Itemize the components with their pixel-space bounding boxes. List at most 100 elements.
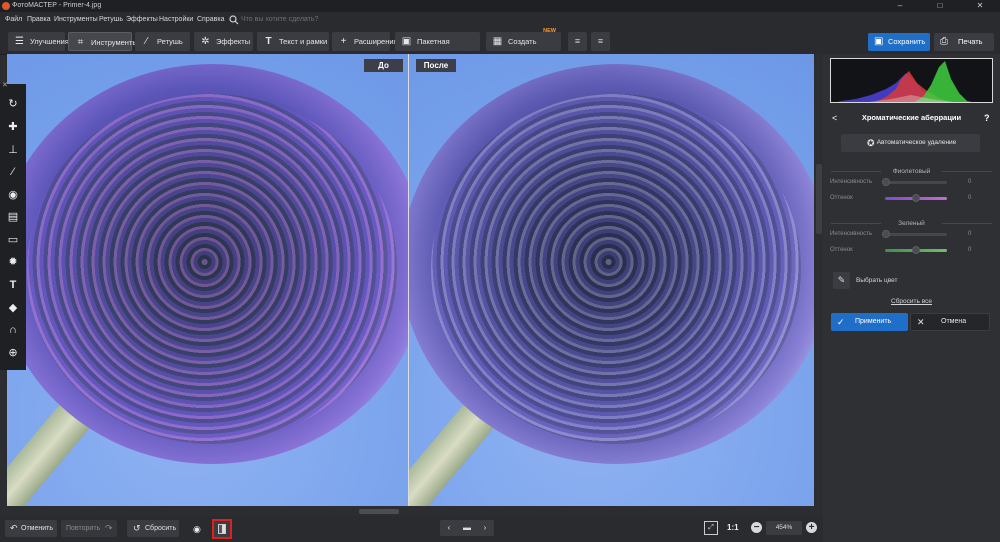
prev-arrow-icon[interactable]: ‹ [440,520,458,536]
slider-thumb[interactable] [882,178,890,186]
horizontal-scrollbar[interactable] [7,507,814,516]
zoom-1-1-button[interactable]: 1:1 [727,523,739,532]
close-icon: ✕ [917,317,925,327]
green-intensity-slider[interactable] [882,230,947,238]
healing-icon[interactable]: ✚ [6,120,20,134]
check-icon: ✓ [837,317,845,327]
violet-intensity-slider[interactable] [882,178,947,186]
cancel-button[interactable]: ✕ Отмена [910,313,990,331]
text-icon[interactable]: T [6,278,20,292]
left-tool-strip: ✕ ↻ ✚ ⊥ ⁄ ◉ ▤ ▭ ✹ T ◆ ∩ ⊕ [0,81,26,370]
tab-label: Эффекты [216,37,251,46]
scroll-thumb[interactable] [359,509,399,514]
after-image [409,54,814,506]
minimize-button[interactable]: – [880,0,920,12]
menu-settings[interactable]: Настройки [159,12,193,28]
pick-color-label[interactable]: Выбрать цвет [856,276,897,285]
auto-remove-button[interactable]: ✪ Автоматическое удаление [841,134,980,152]
tab-effects[interactable]: ✲ Эффекты [194,32,253,51]
menu-effects[interactable]: Эффекты [126,12,158,28]
brush-icon[interactable]: ⁄ [6,165,20,179]
help-icon[interactable]: ? [984,112,990,124]
tab-label: Улучшения [30,37,69,46]
violet-intensity-value: 0 [968,179,972,185]
flower-texture [27,94,397,444]
tab-label: Текст и рамки [279,37,328,46]
tab-extensions[interactable]: + Расширения [332,32,398,51]
floppy-icon: ▣ [874,36,884,47]
list-settings-icon[interactable]: ≡ [568,32,587,51]
green-hue-value: 0 [968,247,972,253]
tab-enhancements[interactable]: ☰ Улучшения [8,32,69,51]
create-collage-button[interactable]: ▦Создать коллаж NEW [486,28,561,65]
apply-button[interactable]: ✓ Применить [831,313,908,331]
tab-label: Расширения [354,37,398,46]
list-settings-alt-icon[interactable]: ≡ [591,32,610,51]
batch-icon: ▣ [401,36,412,47]
vertical-scrollbar[interactable] [815,54,823,506]
bottom-bar: ↶ Отменить Повторить ↷ ↺ Сбросить ◉ [0,516,823,542]
menu-help[interactable]: Справка [197,12,224,28]
undo-label: Отменить [21,525,53,532]
menu-edit[interactable]: Правка [27,12,51,28]
vignette-icon[interactable]: ▭ [6,233,20,247]
zoom-out-icon[interactable]: − [751,522,762,533]
undo-button[interactable]: ↶ Отменить [5,520,57,537]
eyedropper-icon[interactable]: ✎ [833,272,850,289]
image-canvas[interactable]: До После [7,54,814,506]
slider-thumb[interactable] [882,230,890,238]
zoom-in-icon[interactable]: + [806,522,817,533]
panel-title: Хроматические аберрации [861,113,962,122]
right-panel: < Хроматические аберрации ? ✪ Автоматичес… [823,54,1000,542]
save-button[interactable]: ▣ Сохранить [868,33,930,51]
scroll-thumb[interactable] [816,164,822,234]
plus-icon: + [340,36,347,47]
stamp-icon[interactable]: ⊥ [6,143,20,157]
violet-hue-slider[interactable] [885,194,947,202]
maximize-button[interactable]: □ [920,0,960,12]
before-label: До [364,59,403,72]
tab-label: Ретушь [157,37,183,46]
reset-all-link[interactable]: Сбросить все [823,297,1000,306]
search-icon[interactable] [229,15,239,25]
tab-tools[interactable]: ⌗ Инструменты [68,32,138,51]
print-button[interactable]: ⎙ Печать [934,33,994,51]
histogram-graph [837,61,972,102]
next-arrow-icon[interactable]: › [476,520,494,536]
menu-file[interactable]: Файл [5,12,22,28]
reset-button[interactable]: ↺ Сбросить [127,520,179,537]
close-icon[interactable]: ✕ [2,81,8,89]
menu-retouch[interactable]: Ретушь [99,12,123,28]
redo-button[interactable]: Повторить ↷ [61,520,117,537]
gradient-icon[interactable]: ▤ [6,210,20,224]
batch-processing-button[interactable]: ▣Пакетная обработка [395,32,480,65]
slider-thumb[interactable] [912,246,920,254]
close-window-button[interactable]: ✕ [960,0,1000,12]
eye-icon[interactable]: ◉ [193,524,201,535]
slider-thumb[interactable] [912,194,920,202]
light-icon[interactable]: ✹ [6,255,20,269]
printer-icon: ⎙ [940,36,948,47]
menu-tools[interactable]: Инструменты [54,12,98,28]
flower-texture [431,94,801,444]
reset-label: Сбросить [145,525,177,532]
new-badge: NEW [543,28,556,34]
fit-screen-icon[interactable]: ⤢ [704,521,718,535]
section-green-title: Зеленый [831,219,992,228]
zoom-value[interactable]: 454% [766,521,802,535]
brush-icon: ⁄ [145,36,148,47]
radial-icon[interactable]: ◉ [6,188,20,202]
magnet-icon[interactable]: ∩ [6,323,20,337]
rotate-icon[interactable]: ↻ [6,97,20,111]
text-icon: T [265,36,272,47]
tab-text-frames[interactable]: T Текст и рамки [257,32,329,51]
tab-retouch[interactable]: ⁄ Ретушь [135,32,190,51]
fill-icon[interactable]: ◆ [6,301,20,315]
window-title: ФотоМАСТЕР - Primer-4.jpg [12,2,102,9]
search-input[interactable]: Что вы хотите сделать? [241,12,318,28]
green-hue-slider[interactable] [885,246,947,254]
plant-icon[interactable]: ⊕ [6,346,20,360]
compare-view-button[interactable] [212,519,232,539]
section-violet-title: Фиолетовый [831,167,992,176]
folder-icon[interactable]: ▬ [458,520,476,536]
